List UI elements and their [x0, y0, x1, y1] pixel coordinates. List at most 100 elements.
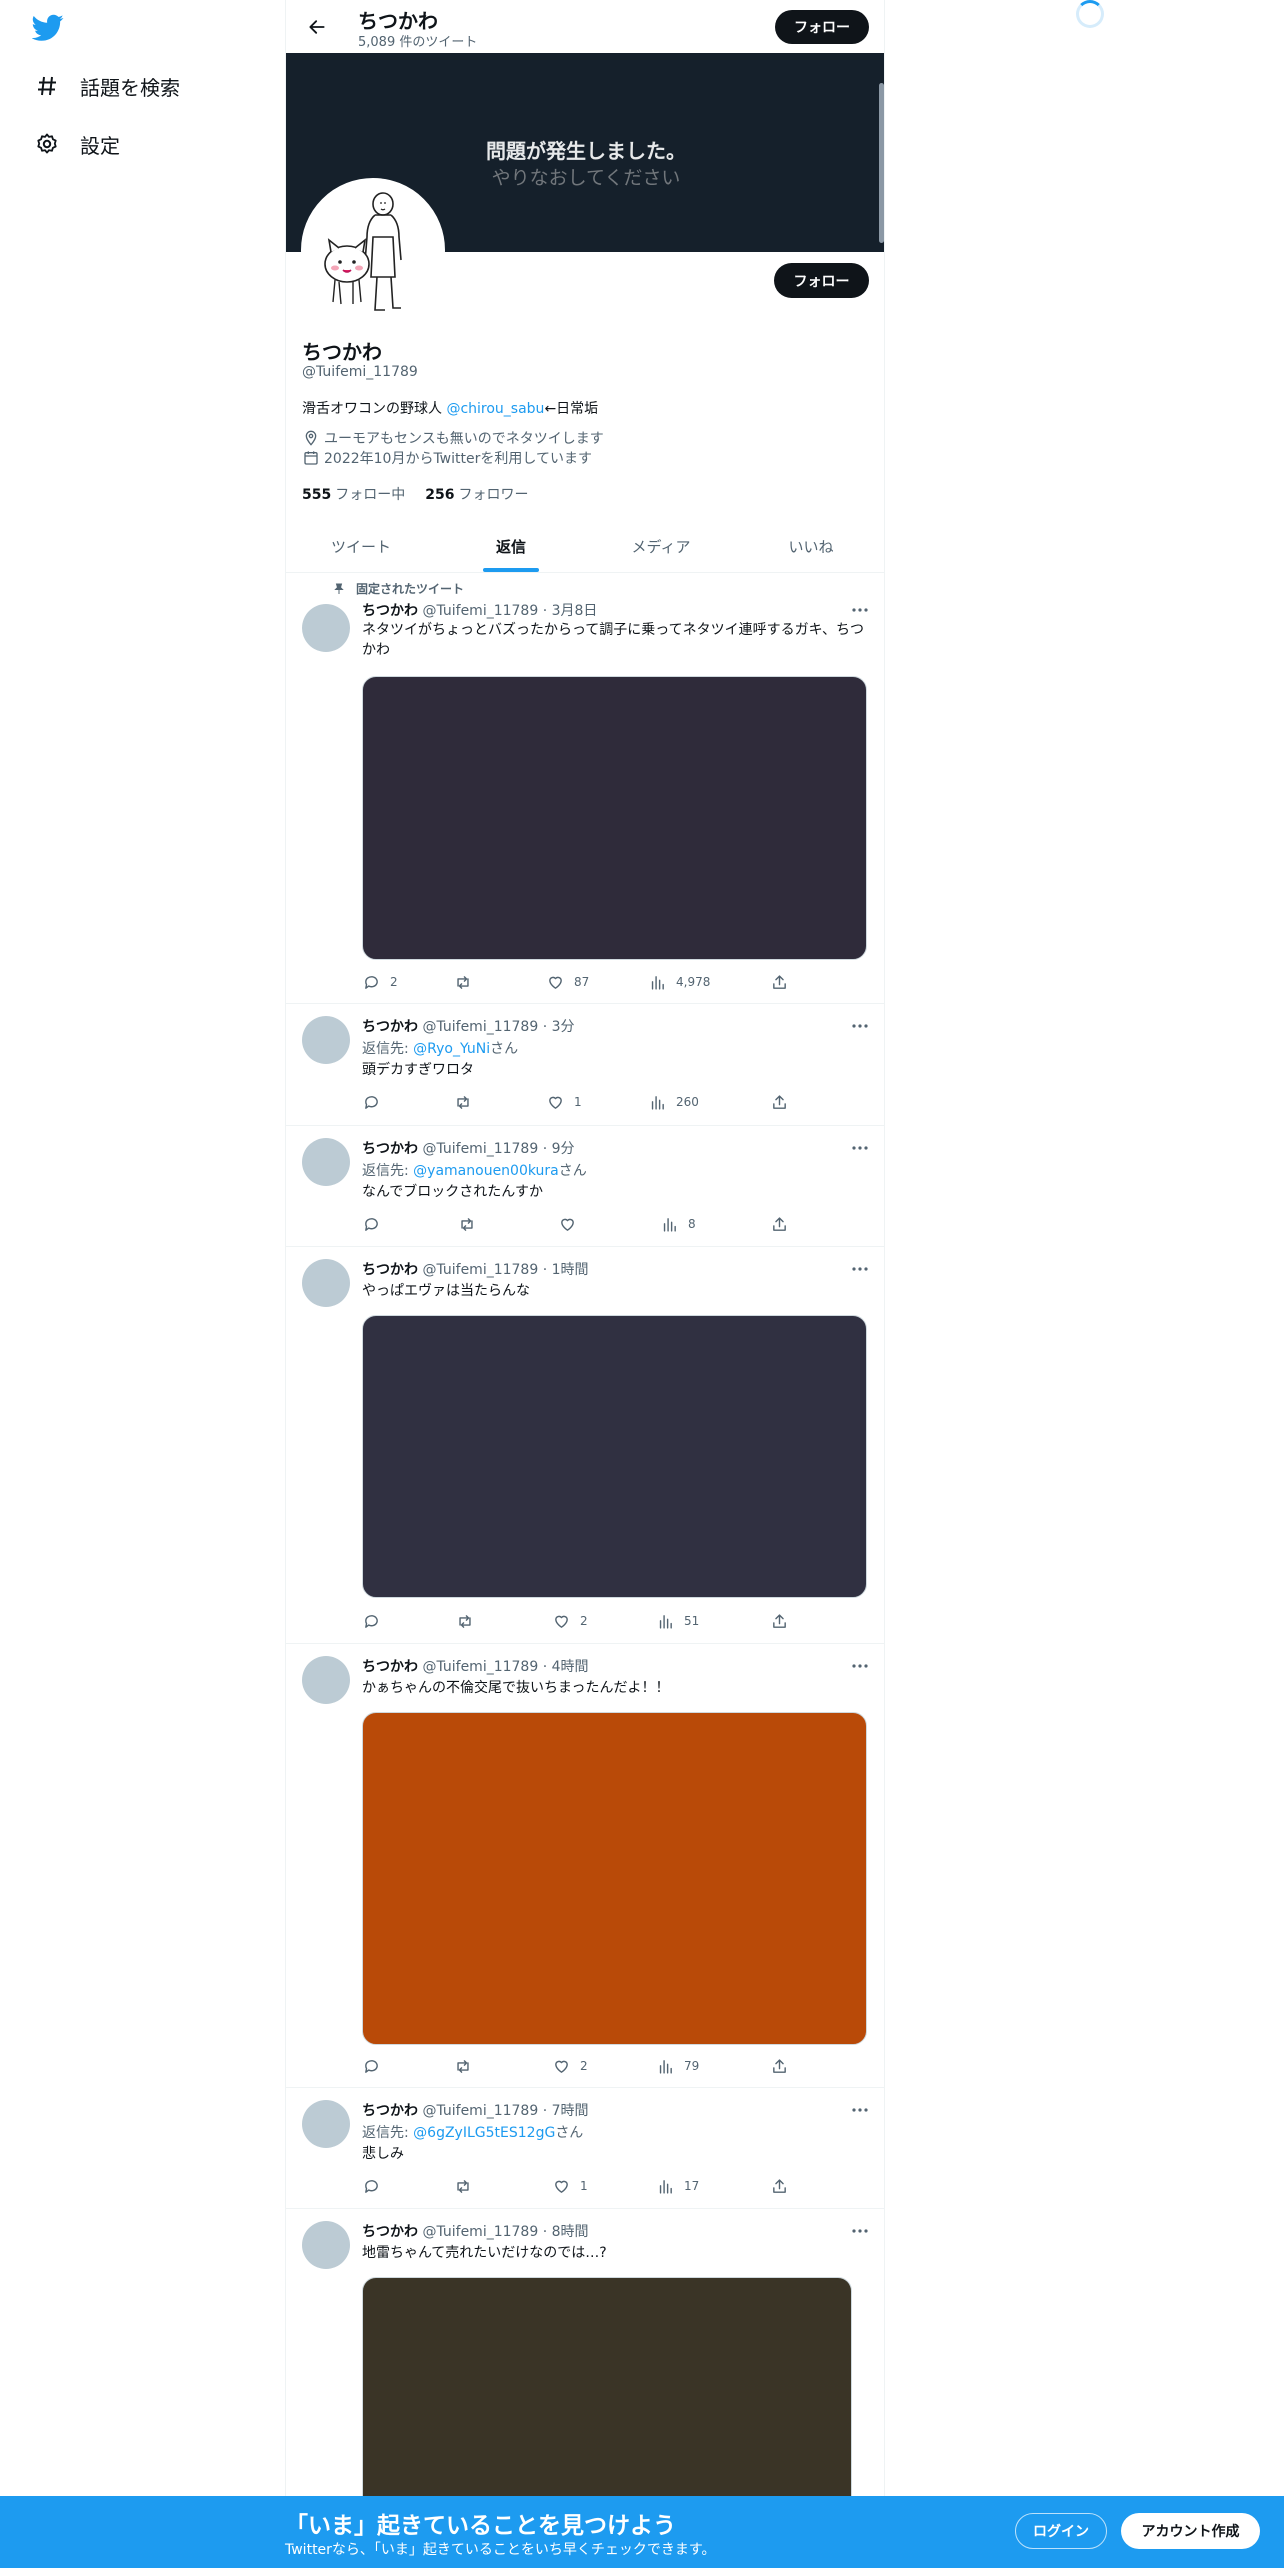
- share-button[interactable]: [770, 2176, 798, 2196]
- retweet-button[interactable]: [454, 1092, 482, 1112]
- following-link[interactable]: 555 フォロー中: [302, 484, 405, 504]
- tweet-avatar[interactable]: [302, 604, 350, 652]
- tweet[interactable]: ちつかわ @Tuifemi_11789 · 4時間 かぁちゃんの不倫交尾で抜いち…: [286, 1644, 884, 2088]
- like-button[interactable]: 87: [546, 972, 589, 992]
- reply-to-link[interactable]: @yamanouen00kura: [413, 1163, 559, 1179]
- more-options-icon[interactable]: [850, 1140, 870, 1156]
- share-button[interactable]: [770, 972, 798, 992]
- reply-prefix: 返信先:: [362, 1163, 414, 1179]
- like-button[interactable]: [558, 1214, 586, 1234]
- tweet-avatar[interactable]: [302, 1138, 350, 1186]
- reply-button[interactable]: [362, 2056, 390, 2076]
- more-options-icon[interactable]: [850, 602, 870, 618]
- reply-context: 返信先: @yamanouen00kuraさん: [362, 1160, 587, 1180]
- more-options-icon[interactable]: [850, 1018, 870, 1034]
- reply-to-link[interactable]: @Ryo_YuNi: [413, 1041, 490, 1057]
- scrollbar[interactable]: [879, 83, 884, 243]
- views-button[interactable]: 51: [656, 1611, 699, 1631]
- tweet-media[interactable]: [362, 1315, 867, 1598]
- tweet-author-name[interactable]: ちつかわ: [362, 2103, 418, 2119]
- reply-button[interactable]: [362, 1092, 390, 1112]
- like-count: 2: [580, 1614, 588, 1628]
- tweet-avatar[interactable]: [302, 1656, 350, 1704]
- like-button[interactable]: 2: [552, 2056, 588, 2076]
- like-count: 1: [574, 1095, 582, 1109]
- like-button[interactable]: 1: [552, 2176, 588, 2196]
- tab-replies[interactable]: 返信: [436, 520, 586, 572]
- share-icon: [770, 2057, 788, 2075]
- tweet[interactable]: ちつかわ @Tuifemi_11789 · 9分 返信先: @yamanouen…: [286, 1126, 884, 1247]
- reply-button[interactable]: [362, 2176, 390, 2196]
- tweet-avatar[interactable]: [302, 1016, 350, 1064]
- views-chart-icon: [660, 1215, 678, 1233]
- tweet-author-name[interactable]: ちつかわ: [362, 1262, 418, 1278]
- nav-settings-label: 設定: [80, 133, 120, 158]
- back-button[interactable]: [300, 10, 334, 44]
- location-pin-icon: [302, 429, 320, 447]
- views-button[interactable]: 4,978: [648, 972, 710, 992]
- more-options-icon[interactable]: [850, 1658, 870, 1674]
- tweet-media[interactable]: [362, 676, 867, 960]
- tweet-author-name[interactable]: ちつかわ: [362, 1019, 418, 1035]
- retweet-button[interactable]: [454, 2056, 482, 2076]
- tweet-actions: 2 87 4,978: [362, 972, 802, 992]
- reply-button[interactable]: 2: [362, 972, 398, 992]
- tweet-author-name[interactable]: ちつかわ: [362, 1659, 418, 1675]
- tweet-author-name[interactable]: ちつかわ: [362, 1141, 418, 1157]
- tweet[interactable]: ちつかわ @Tuifemi_11789 · 7時間 返信先: @6gZyILG5…: [286, 2088, 884, 2209]
- tweet-media[interactable]: [362, 1712, 867, 2045]
- bio-mention-link[interactable]: @chirou_sabu: [446, 401, 544, 417]
- more-options-icon[interactable]: [850, 2102, 870, 2118]
- reply-to-link[interactable]: @6gZyILG5tES12gG: [413, 2125, 555, 2141]
- share-button[interactable]: [770, 2056, 798, 2076]
- share-button[interactable]: [770, 1611, 798, 1631]
- tweet-header: ちつかわ @Tuifemi_11789 · 3分: [362, 1016, 575, 1036]
- profile-avatar[interactable]: [301, 178, 445, 322]
- tweet-avatar[interactable]: [302, 2221, 350, 2269]
- retweet-button[interactable]: [454, 972, 482, 992]
- tweet[interactable]: ちつかわ @Tuifemi_11789 · 8時間 地雷ちゃんて売れたいだけなの…: [286, 2209, 884, 2500]
- reply-button[interactable]: [362, 1611, 390, 1631]
- views-button[interactable]: 260: [648, 1092, 699, 1112]
- tab-media[interactable]: メディア: [586, 520, 736, 572]
- profile-follow-button[interactable]: フォロー: [774, 263, 869, 298]
- tweet-author-name[interactable]: ちつかわ: [362, 2224, 418, 2240]
- views-chart-icon: [648, 973, 666, 991]
- tab-tweets[interactable]: ツイート: [286, 520, 436, 572]
- tweet[interactable]: ちつかわ @Tuifemi_11789 · 1時間 やっぱエヴァは当たらんな 2…: [286, 1247, 884, 1644]
- signup-button[interactable]: アカウント作成: [1121, 2513, 1260, 2549]
- followers-link[interactable]: 256 フォロワー: [425, 484, 528, 504]
- tweet-meta: @Tuifemi_11789 · 7時間: [422, 2103, 589, 2119]
- tweet-text: なんでブロックされたんすか: [362, 1184, 544, 1200]
- share-button[interactable]: [770, 1214, 798, 1234]
- retweet-button[interactable]: [456, 1611, 484, 1631]
- tweet-actions: 1 260: [362, 1092, 802, 1112]
- header-follow-button[interactable]: フォロー: [775, 10, 869, 44]
- like-button[interactable]: 1: [546, 1092, 582, 1112]
- tweet-avatar[interactable]: [302, 1259, 350, 1307]
- tweet-author-name[interactable]: ちつかわ: [362, 603, 418, 619]
- retweet-icon: [456, 1612, 474, 1630]
- tweet-avatar[interactable]: [302, 2100, 350, 2148]
- reply-button[interactable]: [362, 1214, 390, 1234]
- profile-header-bar: ちつかわ 5,089 件のツイート フォロー: [286, 0, 884, 53]
- retweet-button[interactable]: [458, 1214, 486, 1234]
- views-button[interactable]: 79: [656, 2056, 699, 2076]
- more-options-icon[interactable]: [850, 2223, 870, 2239]
- like-button[interactable]: 2: [552, 1611, 588, 1631]
- tab-likes[interactable]: いいね: [736, 520, 884, 572]
- login-button[interactable]: ログイン: [1015, 2513, 1107, 2549]
- tweet[interactable]: ちつかわ @Tuifemi_11789 · 3分 返信先: @Ryo_YuNiさ…: [286, 1004, 884, 1126]
- tweet-media[interactable]: [362, 2277, 852, 2500]
- share-button[interactable]: [770, 1092, 798, 1112]
- tweet-text: ネタツイがちょっとバズったからって調子に乗ってネタツイ連呼するガキ、ちつかわ: [362, 622, 865, 658]
- views-button[interactable]: 17: [656, 2176, 699, 2196]
- twitter-logo-icon[interactable]: [31, 14, 64, 42]
- followers-label: フォロワー: [458, 487, 529, 503]
- nav-explore[interactable]: 話題を検索: [34, 66, 180, 106]
- tweet[interactable]: ちつかわ @Tuifemi_11789 · 3月8日 ネタツイがちょっとバズった…: [286, 596, 884, 1004]
- views-button[interactable]: 8: [660, 1214, 696, 1234]
- retweet-button[interactable]: [454, 2176, 482, 2196]
- nav-settings[interactable]: 設定: [34, 124, 120, 164]
- more-options-icon[interactable]: [850, 1261, 870, 1277]
